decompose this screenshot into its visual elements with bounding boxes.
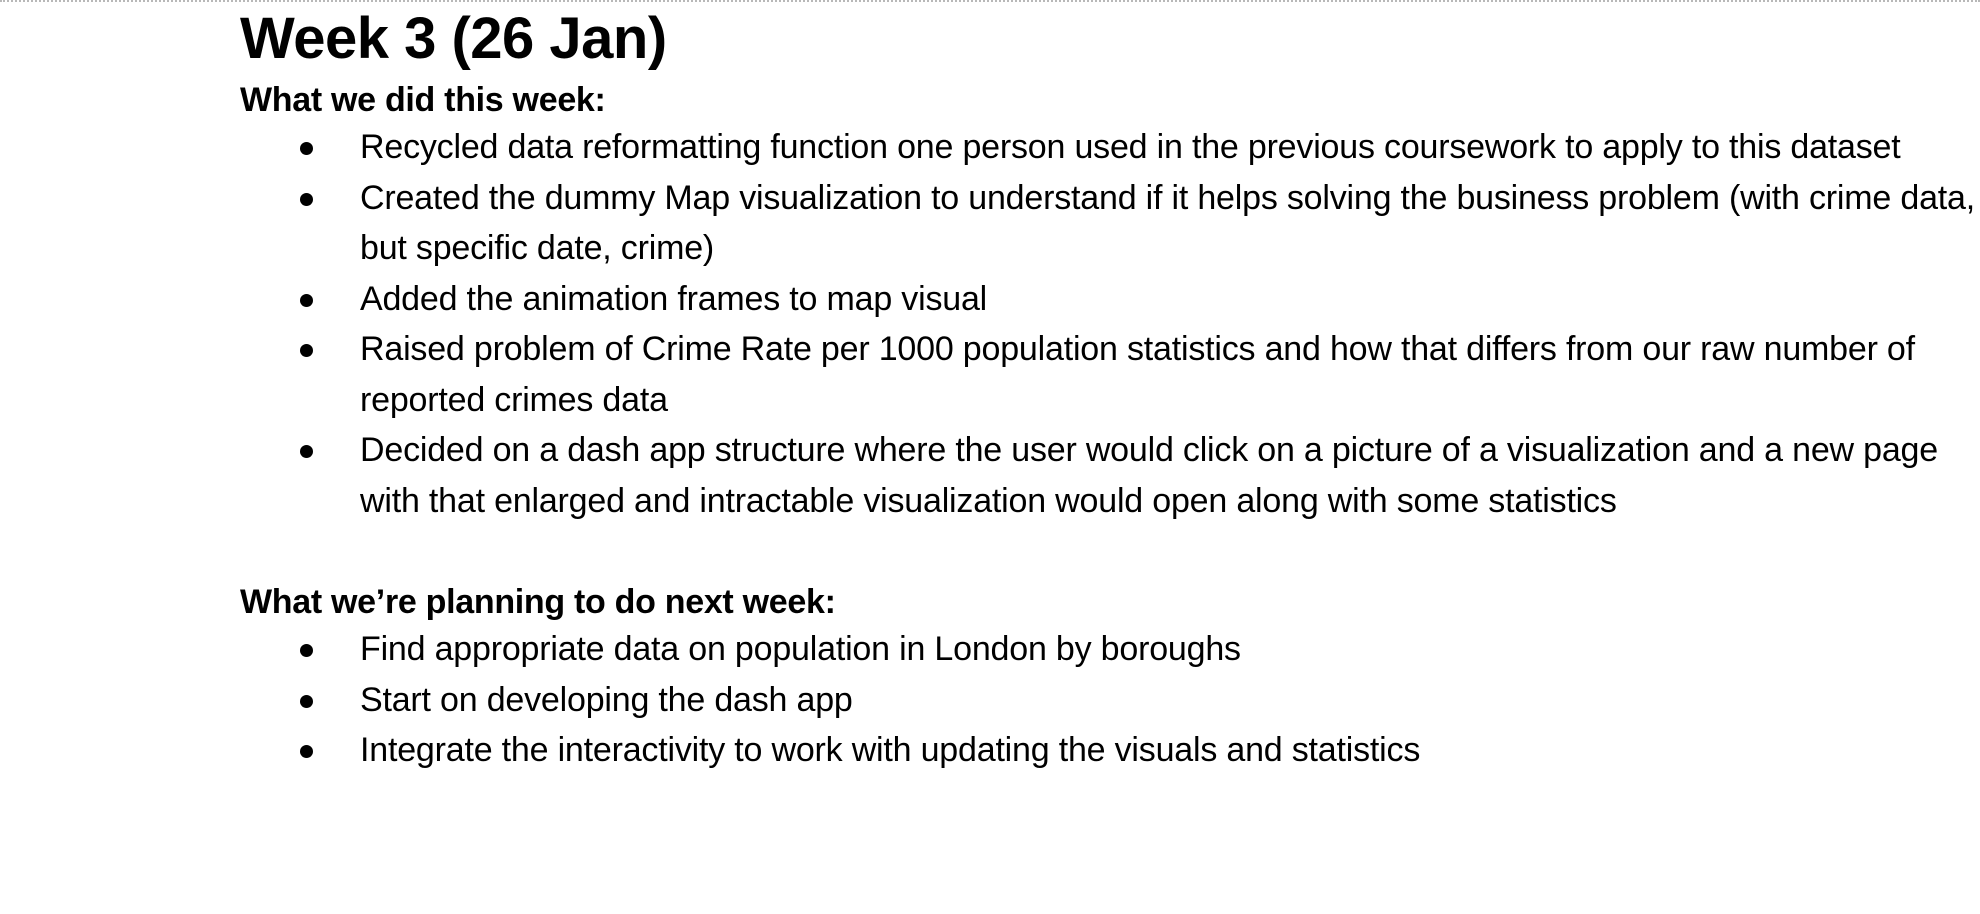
done-list: Recycled data reformatting function one … — [240, 122, 1975, 526]
document-body: Week 3 (26 Jan) What we did this week: R… — [240, 6, 1975, 776]
list-item: Raised problem of Crime Rate per 1000 po… — [240, 324, 1980, 425]
list-item-text: Added the animation frames to map visual — [360, 279, 988, 318]
bullet-icon — [300, 644, 313, 657]
list-item: Recycled data reformatting function one … — [240, 122, 1980, 173]
list-item: Decided on a dash app structure where th… — [240, 425, 1980, 526]
list-item: Added the animation frames to map visual — [240, 274, 1980, 325]
list-item: Created the dummy Map visualization to u… — [240, 173, 1980, 274]
list-item-text: Raised problem of Crime Rate per 1000 po… — [360, 330, 1915, 419]
list-item-text: Created the dummy Map visualization to u… — [360, 178, 1975, 268]
list-item-text: Decided on a dash app structure where th… — [360, 431, 1938, 520]
section-heading-next-week: What we’re planning to do next week: — [240, 583, 836, 621]
bullet-icon — [300, 142, 313, 155]
list-item: Find appropriate data on population in L… — [240, 624, 1980, 675]
list-item: Integrate the interactivity to work with… — [240, 725, 1980, 776]
page-top-border — [0, 0, 1980, 2]
bullet-icon — [300, 445, 313, 458]
next-week-list: Find appropriate data on population in L… — [240, 624, 1740, 776]
bullet-icon — [300, 694, 313, 708]
list-item-text: Start on developing the dash app — [360, 680, 853, 719]
bullet-icon — [300, 192, 313, 206]
week-title: Week 3 (26 Jan) — [240, 6, 667, 71]
list-item-text: Integrate the interactivity to work with… — [360, 731, 1421, 769]
bullet-icon — [300, 344, 313, 357]
bullet-icon — [300, 293, 313, 307]
list-item-text: Find appropriate data on population in L… — [360, 630, 1241, 668]
list-item: Start on developing the dash app — [240, 675, 1980, 726]
section-heading-done: What we did this week: — [240, 81, 606, 119]
list-item-text: Recycled data reformatting function one … — [360, 128, 1901, 166]
bullet-icon — [300, 745, 313, 758]
